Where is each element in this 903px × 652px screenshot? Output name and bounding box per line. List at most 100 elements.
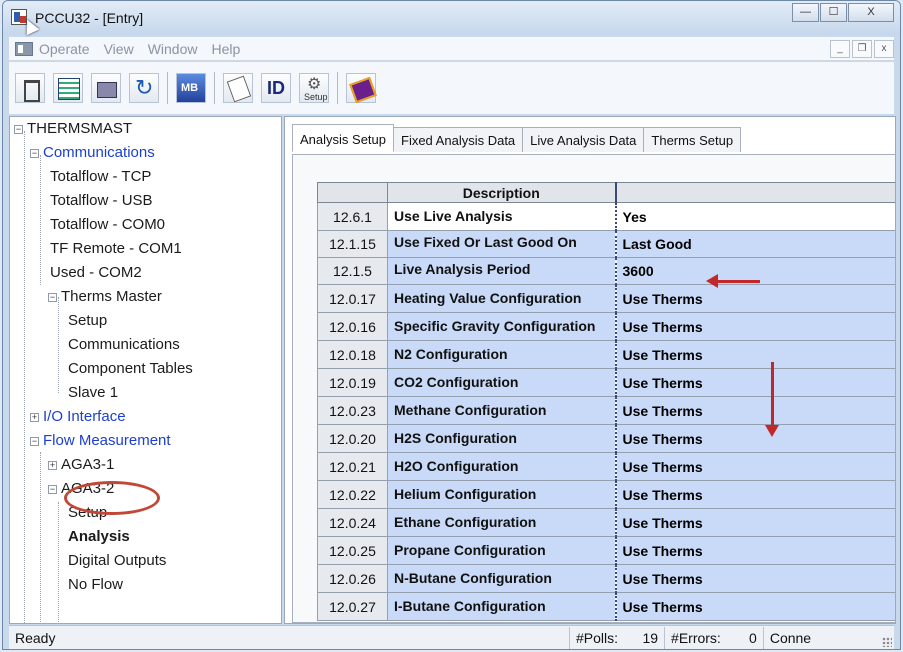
tree-item-component-tables[interactable]: Component Tables <box>68 357 193 381</box>
row-value-cell[interactable]: Use Therms <box>614 592 895 621</box>
main-panel: Analysis Setup Fixed Analysis Data Live … <box>284 116 896 624</box>
table-row[interactable]: 12.0.25 Propane Configuration Use Therms <box>317 536 895 565</box>
tab-fixed-analysis-data[interactable]: Fixed Analysis Data <box>393 127 524 152</box>
caption-buttons: — ☐ X <box>791 3 894 22</box>
table-row[interactable]: 12.1.5 Live Analysis Period 3600 <box>317 257 895 285</box>
polls-label: #Polls: <box>569 626 624 649</box>
tree-item-totalflow-tcp[interactable]: Totalflow - TCP <box>50 165 151 189</box>
row-value-cell[interactable]: Use Therms <box>614 368 895 397</box>
refresh-icon[interactable] <box>129 73 159 103</box>
row-description-cell: H2S Configuration <box>387 424 616 453</box>
collapse-icon[interactable]: − <box>30 149 39 158</box>
expand-icon[interactable]: + <box>30 413 39 422</box>
help-book-icon[interactable] <box>346 73 376 103</box>
collapse-icon[interactable]: − <box>14 125 23 134</box>
row-value-cell[interactable]: Yes <box>614 202 895 231</box>
tree-item-io-interface[interactable]: + I/O Interface <box>30 405 126 429</box>
table-row[interactable]: 12.0.27 I-Butane Configuration Use Therms <box>317 592 895 621</box>
mdi-restore-button[interactable]: ❐ <box>852 39 872 58</box>
expand-icon[interactable]: + <box>48 461 57 470</box>
row-id-cell: 12.0.23 <box>317 396 388 425</box>
tree-item-label: I/O Interface <box>43 408 126 425</box>
row-value-cell[interactable]: Use Therms <box>614 396 895 425</box>
setup-button[interactable]: Setup <box>299 73 329 103</box>
tree-item-flow-measurement[interactable]: − Flow Measurement <box>30 429 171 453</box>
table-row[interactable]: 12.0.17 Heating Value Configuration Use Th… <box>317 284 895 313</box>
mdi-minimize-button[interactable]: _ <box>830 39 850 58</box>
row-id-cell: 12.0.18 <box>317 340 388 369</box>
toolbar-separator <box>167 72 168 104</box>
table-row[interactable]: 12.0.22 Helium Configuration Use Therms <box>317 480 895 509</box>
tree-item-no-flow[interactable]: No Flow <box>68 573 123 597</box>
tree-item-thermsmast[interactable]: − THERMSMAST <box>14 117 132 141</box>
maximize-button[interactable]: ☐ <box>820 3 847 22</box>
table-row[interactable]: 12.0.16 Specific Gravity Configuration Use… <box>317 312 895 341</box>
close-button[interactable]: X <box>848 3 894 22</box>
row-description-cell: Use Fixed Or Last Good On <box>387 230 616 258</box>
tree-item-label: Communications <box>43 144 155 161</box>
collapse-icon[interactable]: − <box>48 293 57 302</box>
tree-item-digital-outputs[interactable]: Digital Outputs <box>68 549 166 573</box>
menu-window[interactable]: Window <box>148 41 198 57</box>
tree-item-used-com2[interactable]: Used - COM2 <box>50 261 142 285</box>
tree-item-therms-master[interactable]: − Therms Master <box>48 285 162 309</box>
row-description-cell: Ethane Configuration <box>387 508 616 537</box>
tab-therms-setup[interactable]: Therms Setup <box>643 127 742 152</box>
table-row[interactable]: 12.0.19 CO2 Configuration Use Therms <box>317 368 895 397</box>
table-row[interactable]: 12.0.23 Methane Configuration Use Therms <box>317 396 895 425</box>
tree-item-totalflow-usb[interactable]: Totalflow - USB <box>50 189 153 213</box>
table-row[interactable]: 12.0.20 H2S Configuration Use Therms <box>317 424 895 453</box>
analysis-table: Description Value 12.6.1Use Live Analysi… <box>317 182 895 621</box>
row-value-cell[interactable]: Use Therms <box>614 452 895 481</box>
status-ready: Ready <box>15 629 56 646</box>
tree-item-therms-setup[interactable]: Setup <box>68 309 107 333</box>
table-row[interactable]: 12.0.26 N-Butane Configuration Use Therms <box>317 564 895 593</box>
tree-item-tf-remote-com1[interactable]: TF Remote - COM1 <box>50 237 182 261</box>
menu-view[interactable]: View <box>104 41 134 57</box>
row-value-cell[interactable]: Use Therms <box>614 564 895 593</box>
resize-grip-icon[interactable] <box>882 637 892 647</box>
mdi-close-button[interactable]: x <box>874 39 894 58</box>
row-value-cell[interactable]: Use Therms <box>614 536 895 565</box>
table-row[interactable]: 12.1.15 Use Fixed Or Last Good On Last Goo… <box>317 230 895 258</box>
table-row[interactable]: 12.0.18 N2 Configuration Use Therms <box>317 340 895 369</box>
delete-icon[interactable] <box>15 73 45 103</box>
row-value-cell[interactable]: Use Therms <box>614 508 895 537</box>
row-value-cell[interactable]: Use Therms <box>614 340 895 369</box>
tab-live-analysis-data[interactable]: Live Analysis Data <box>522 127 645 152</box>
table-row[interactable]: 12.6.1 Use Live Analysis Yes <box>317 202 895 231</box>
row-value-cell[interactable]: Use Therms <box>614 480 895 509</box>
menu-help[interactable]: Help <box>211 41 240 57</box>
tab-analysis-setup[interactable]: Analysis Setup <box>292 124 394 152</box>
row-value-cell[interactable]: Use Therms <box>614 424 895 453</box>
toolbar-separator <box>337 72 338 104</box>
tree-item-analysis[interactable]: Analysis <box>68 525 130 549</box>
column-header-value: Value <box>614 182 895 203</box>
modbus-icon[interactable] <box>176 73 206 103</box>
row-id-cell: 12.0.16 <box>317 312 388 341</box>
mdi-system-menu-icon[interactable] <box>15 41 33 56</box>
annotation-arrow-down <box>765 362 779 437</box>
entry-icon[interactable] <box>53 73 83 103</box>
tree-item-slave-1[interactable]: Slave 1 <box>68 381 118 405</box>
menu-operate[interactable]: Operate <box>39 41 90 57</box>
row-value-cell[interactable]: Use Therms <box>614 284 895 313</box>
table-row[interactable]: 12.0.24 Ethane Configuration Use Therms <box>317 508 895 537</box>
collapse-icon[interactable]: − <box>30 437 39 446</box>
row-id-cell: 12.0.19 <box>317 368 388 397</box>
collect-icon[interactable] <box>91 73 121 103</box>
connection-status: Conne <box>762 626 817 649</box>
tree-item-aga3-1[interactable]: + AGA3-1 <box>48 453 114 477</box>
title-bar[interactable]: PCCU32 - [Entry] — ☐ X <box>3 1 900 36</box>
row-value-cell[interactable]: Last Good <box>614 230 895 258</box>
document-icon[interactable] <box>223 73 253 103</box>
row-value-cell[interactable]: Use Therms <box>614 312 895 341</box>
tree-item-therms-communications[interactable]: Communications <box>68 333 180 357</box>
minimize-button[interactable]: — <box>792 3 819 22</box>
app-window: PCCU32 - [Entry] — ☐ X Operate View Wind… <box>2 0 901 650</box>
table-row[interactable]: 12.0.21 H2O Configuration Use Therms <box>317 452 895 481</box>
tree-item-communications[interactable]: − Communications <box>30 141 155 165</box>
id-icon[interactable] <box>261 73 291 103</box>
collapse-icon[interactable]: − <box>48 485 57 494</box>
tree-item-totalflow-com0[interactable]: Totalflow - COM0 <box>50 213 165 237</box>
